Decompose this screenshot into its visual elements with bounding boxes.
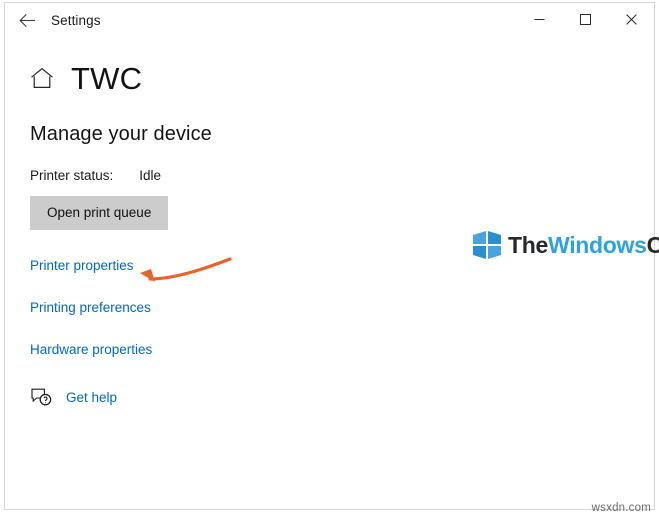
back-arrow-icon <box>18 13 36 28</box>
site-watermark: wsxdn.com <box>591 502 651 514</box>
printing-preferences-link[interactable]: Printing preferences <box>30 300 151 315</box>
help-feedback-icon <box>30 386 52 408</box>
logo-text: TheWindowsClub <box>508 232 659 259</box>
open-print-queue-button[interactable]: Open print queue <box>30 196 169 230</box>
home-icon[interactable] <box>27 63 57 93</box>
get-help-row[interactable]: Get help <box>30 386 654 408</box>
title-bar: Settings <box>5 3 654 37</box>
logo-mark-icon <box>473 231 501 259</box>
close-icon <box>625 13 637 25</box>
maximize-button[interactable] <box>562 3 608 35</box>
page-title: TWC <box>71 60 143 96</box>
maximize-icon <box>579 13 591 25</box>
thewindowsclub-logo: TheWindowsClub <box>473 231 659 259</box>
settings-window: Settings TWC Manage your device Printer … <box>4 2 659 510</box>
caption-buttons <box>516 3 654 35</box>
back-button[interactable] <box>5 4 49 36</box>
printer-status-value: Idle <box>139 168 162 183</box>
page-header: TWC <box>5 55 654 101</box>
printer-status-row: Printer status: Idle <box>30 168 654 183</box>
minimize-button[interactable] <box>516 3 562 35</box>
minimize-icon <box>534 14 545 25</box>
window-title: Settings <box>51 12 101 28</box>
get-help-link[interactable]: Get help <box>66 390 117 405</box>
hardware-properties-link[interactable]: Hardware properties <box>30 342 152 357</box>
logo-the: The <box>508 231 548 258</box>
section-title: Manage your device <box>30 123 212 145</box>
printer-properties-link[interactable]: Printer properties <box>30 258 134 273</box>
logo-club: Club <box>646 231 659 258</box>
printer-status-label: Printer status: <box>30 168 114 183</box>
logo-windows: Windows <box>548 231 647 258</box>
close-button[interactable] <box>608 3 654 35</box>
